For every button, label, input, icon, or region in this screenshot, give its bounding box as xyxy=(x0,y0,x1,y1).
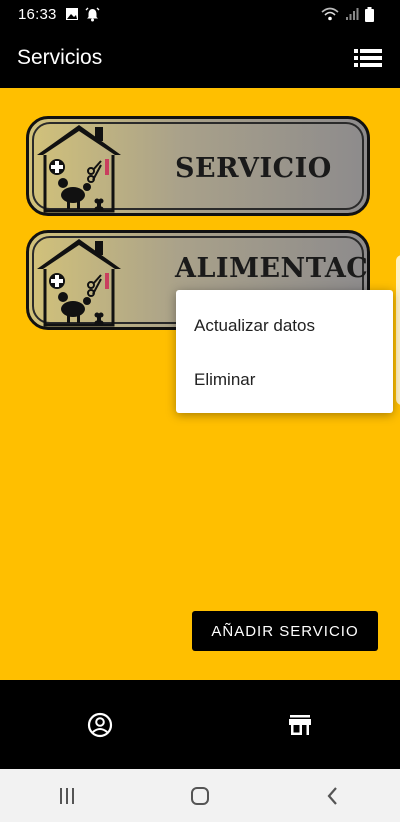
card-title: SERVICIO xyxy=(175,153,332,184)
bottom-navigation xyxy=(0,680,400,769)
status-bar: 16:33 xyxy=(0,0,400,28)
wifi-icon xyxy=(321,7,339,21)
menu-item-update[interactable]: Actualizar datos xyxy=(194,316,315,336)
nav-store[interactable] xyxy=(270,695,330,755)
home-button[interactable] xyxy=(175,776,225,816)
service-card-servicio[interactable]: SERVICIO xyxy=(26,116,370,216)
system-navigation-bar xyxy=(0,769,400,822)
back-button[interactable] xyxy=(308,776,358,816)
store-icon xyxy=(289,714,311,735)
home-icon xyxy=(190,786,209,805)
back-icon xyxy=(327,786,338,805)
status-time: 16:33 xyxy=(18,5,57,23)
nav-account[interactable] xyxy=(70,695,130,755)
alarm-bell-icon xyxy=(85,7,100,21)
pet-house-icon xyxy=(37,125,121,213)
page-title: Servicios xyxy=(17,46,103,69)
signal-icon xyxy=(346,8,359,20)
pet-house-icon xyxy=(37,239,121,327)
card-title: ALIMENTACIÓN xyxy=(175,253,369,284)
add-service-button[interactable]: AÑADIR SERVICIO xyxy=(192,611,378,651)
image-icon xyxy=(65,8,78,20)
battery-icon xyxy=(365,6,374,22)
list-menu-icon xyxy=(354,49,382,67)
recent-apps-button[interactable] xyxy=(42,776,92,816)
menu-item-delete[interactable]: Eliminar xyxy=(194,370,255,390)
context-menu: Actualizar datos Eliminar xyxy=(176,290,393,413)
list-menu-button[interactable] xyxy=(352,42,384,74)
app-bar: Servicios xyxy=(0,28,400,88)
recent-apps-icon xyxy=(59,787,74,804)
account-circle-icon xyxy=(87,712,113,737)
edge-panel-handle[interactable] xyxy=(396,255,400,405)
